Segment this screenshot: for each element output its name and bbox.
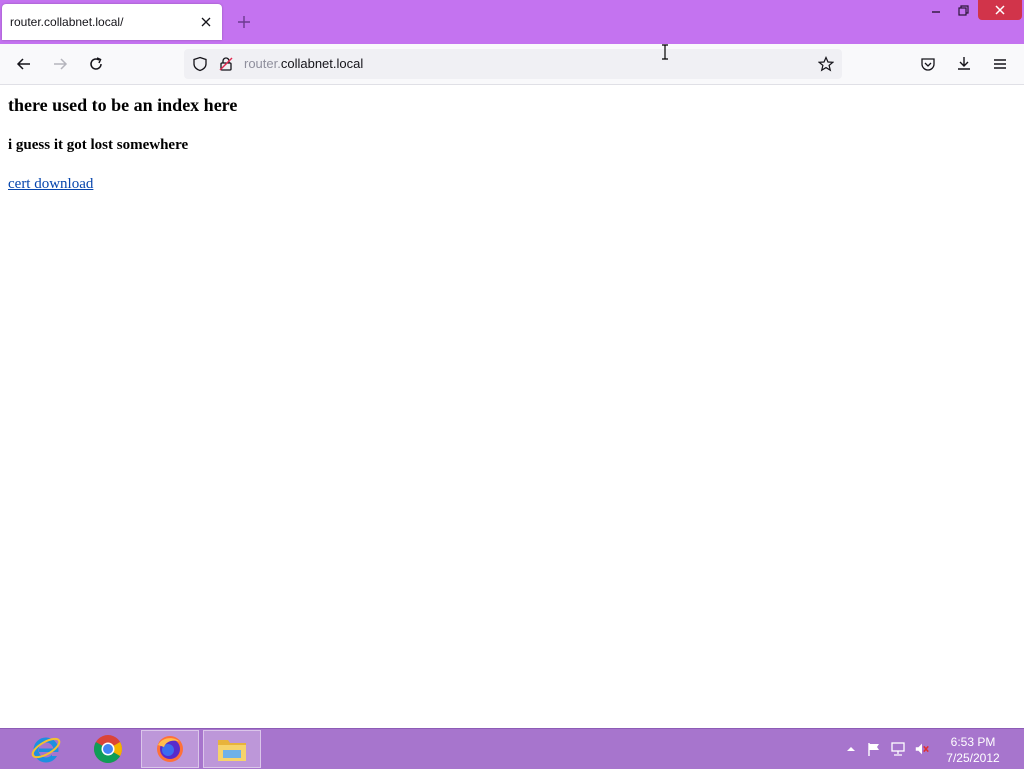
menu-hamburger-icon[interactable]: [988, 52, 1012, 76]
address-bar[interactable]: router.collabnet.local: [184, 49, 842, 79]
minimize-window-icon[interactable]: [922, 0, 950, 20]
close-window-icon[interactable]: [978, 0, 1022, 20]
browser-tab[interactable]: router.collabnet.local/: [2, 4, 222, 40]
new-tab-plus-icon[interactable]: [234, 12, 254, 32]
internet-explorer-icon[interactable]: [17, 730, 75, 768]
bookmark-star-icon[interactable]: [814, 52, 838, 76]
forward-arrow-icon[interactable]: [48, 52, 72, 76]
url-host-main: collabnet.local: [280, 56, 364, 71]
browser-titlebar: router.collabnet.local/: [0, 0, 1024, 44]
clock-date: 7/25/2012: [946, 751, 1000, 765]
file-explorer-icon[interactable]: [203, 730, 261, 768]
browser-navbar: router.collabnet.local: [0, 44, 1024, 85]
windows-taskbar: 6:53 PM 7/25/2012: [0, 728, 1024, 769]
cert-download-link[interactable]: cert download: [8, 176, 93, 193]
network-icon[interactable]: [890, 741, 906, 757]
page-subheading: i guess it got lost somewhere: [8, 137, 189, 153]
clock-time: 6:53 PM: [950, 735, 996, 749]
show-hidden-icons-icon[interactable]: [843, 741, 859, 757]
insecure-lock-icon[interactable]: [214, 52, 238, 76]
text-cursor-icon: [660, 44, 670, 60]
page-heading: there used to be an index here: [8, 95, 238, 115]
firefox-icon[interactable]: [141, 730, 199, 768]
chrome-icon[interactable]: [79, 730, 137, 768]
taskbar-clock[interactable]: 6:53 PM 7/25/2012: [940, 734, 1006, 766]
url-host-prefix: router.: [244, 56, 281, 71]
restore-window-icon[interactable]: [950, 0, 976, 20]
reload-icon[interactable]: [84, 52, 108, 76]
url-text: router.collabnet.local: [244, 56, 363, 71]
tab-title: router.collabnet.local/: [10, 15, 124, 29]
downloads-icon[interactable]: [952, 52, 976, 76]
action-center-flag-icon[interactable]: [866, 741, 882, 757]
tracking-shield-icon[interactable]: [188, 52, 212, 76]
pocket-icon[interactable]: [916, 52, 940, 76]
back-arrow-icon[interactable]: [12, 52, 36, 76]
speaker-muted-icon[interactable]: [914, 741, 930, 757]
tab-close-icon[interactable]: [198, 14, 214, 30]
